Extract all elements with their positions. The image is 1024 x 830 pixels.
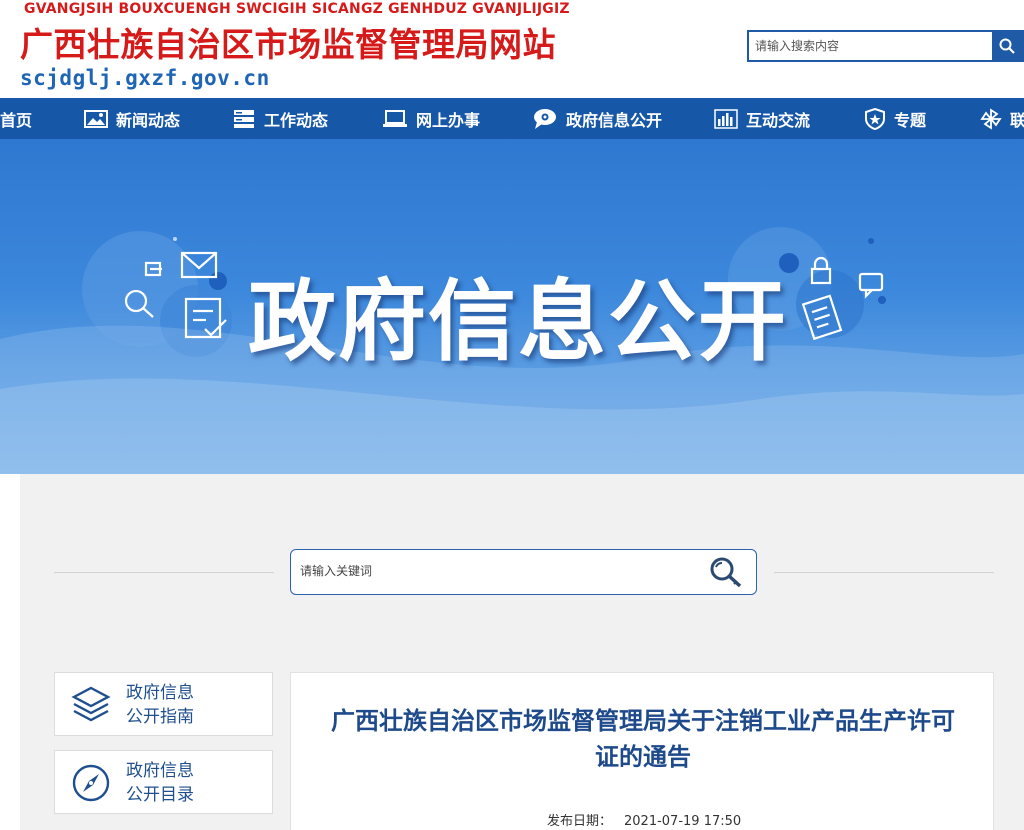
sidebar-item-catalog[interactable]: 政府信息 公开目录	[54, 750, 273, 814]
publish-date-value: 2021-07-19 17:50	[624, 814, 742, 829]
nav-item-label: 工作动态	[264, 110, 329, 130]
laptop-icon	[383, 109, 407, 127]
content-area: 政府信息 公开指南 政府信息 公开目录 广西壮族自治区市场监督管理局关于注销工业…	[20, 474, 1024, 830]
nav-item-label: 新闻动态	[116, 110, 181, 130]
compass-icon	[72, 764, 110, 802]
nav-item-label: 首页	[0, 110, 33, 130]
nav-item-news[interactable]: 新闻动态	[84, 98, 180, 139]
nav-item-work[interactable]: 工作动态	[232, 98, 328, 139]
shield-star-icon	[865, 107, 885, 130]
site-title[interactable]: 广西壮族自治区市场监督管理局网站	[20, 18, 556, 66]
gov-info-banner: 政府信息公开	[0, 139, 1024, 474]
divider-left	[54, 572, 274, 573]
nav-item-label: 互动交流	[746, 110, 811, 130]
article-panel: 广西壮族自治区市场监督管理局关于注销工业产品生产许可证的通告 发布日期： 2021…	[290, 672, 994, 830]
publish-date-label: 发布日期：	[547, 814, 613, 829]
top-search-input[interactable]	[749, 32, 992, 60]
sidebar-item-guide[interactable]: 政府信息 公开指南	[54, 672, 273, 736]
nav-item-gov-info[interactable]: 政府信息公开	[532, 98, 662, 139]
magnifier-key-icon	[710, 557, 742, 588]
sidebar-item-line1: 政府信息	[126, 683, 194, 703]
nav-item-interaction[interactable]: 互动交流	[714, 98, 810, 139]
publish-info: 发布日期： 2021-07-19 17:50	[547, 810, 741, 829]
nav-item-label: 网上办事	[416, 110, 481, 130]
top-search-button[interactable]	[992, 32, 1022, 60]
nav-item-special-topics[interactable]: 专题	[864, 98, 926, 139]
keyword-search-button[interactable]	[706, 555, 746, 595]
site-domain[interactable]: scjdglj.gxzf.gov.cn	[20, 66, 270, 90]
bar-chart-icon	[714, 108, 738, 129]
keyword-search-box	[290, 549, 757, 595]
nav-item-label: 联	[1010, 110, 1024, 130]
pinwheel-icon	[980, 107, 1002, 130]
sidebar-item-line1: 政府信息	[126, 761, 194, 781]
picture-icon	[84, 109, 108, 128]
site-header: GVANGJSIH BOUXCUENGH SWCIGIH SICANGZ GEN…	[0, 0, 1024, 98]
search-icon	[999, 38, 1015, 54]
nav-item-online-service[interactable]: 网上办事	[382, 98, 480, 139]
keyword-search-input[interactable]	[300, 564, 680, 578]
nav-item-label: 专题	[894, 110, 927, 130]
layers-icon	[71, 686, 111, 722]
zhuang-language-name: GVANGJSIH BOUXCUENGH SWCIGIH SICANGZ GEN…	[24, 1, 570, 17]
main-nav: 首页 新闻动态 工作动态 网上办事 政府信息公开 互动交流 专题 联	[0, 98, 1024, 139]
sidebar-item-line2: 公开目录	[126, 785, 194, 805]
sidebar-item-line2: 公开指南	[126, 707, 194, 727]
eye-chat-icon	[534, 108, 556, 129]
article-title: 广西壮族自治区市场监督管理局关于注销工业产品生产许可证的通告	[331, 707, 955, 771]
server-icon	[234, 109, 254, 128]
nav-item-contact[interactable]: 联	[980, 98, 1024, 139]
nav-item-home[interactable]: 首页	[0, 98, 32, 139]
divider-right	[774, 572, 994, 573]
banner-title: 政府信息公开	[248, 270, 789, 373]
top-search-box	[747, 30, 1024, 62]
nav-item-label: 政府信息公开	[566, 110, 663, 130]
